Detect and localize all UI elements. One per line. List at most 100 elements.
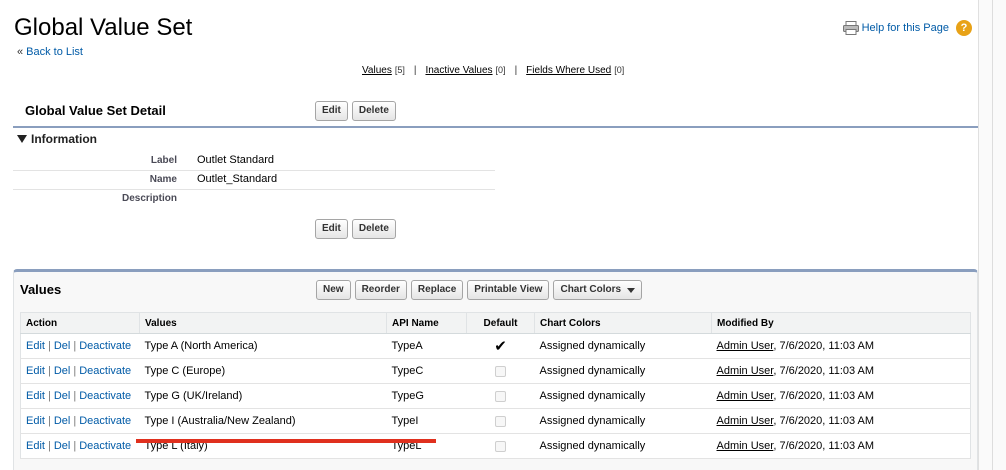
modified-by-cell: Admin User, 7/6/2020, 11:03 AM (711, 383, 971, 409)
edit-link[interactable]: Edit (26, 390, 45, 402)
detail-top-buttons: Edit Delete (315, 101, 396, 121)
modified-by-user-link[interactable]: Admin User (717, 340, 774, 352)
action-separator: | (47, 340, 51, 352)
modified-by-user-link[interactable]: Admin User (717, 440, 774, 452)
column-header-values[interactable]: Values (139, 312, 387, 334)
edit-link[interactable]: Edit (26, 340, 45, 352)
information-section-title: Information (31, 132, 97, 146)
api-name-cell: TypeC (386, 358, 467, 384)
modified-date: , 7/6/2020, 11:03 AM (773, 340, 875, 352)
related-link-fields-where-used[interactable]: Fields Where Used [0] (526, 65, 624, 76)
help-link[interactable]: Help for this Page ? (842, 20, 972, 36)
api-name-cell: TypeG (386, 383, 467, 409)
value-cell: Type G (UK/Ireland) (139, 383, 387, 409)
modified-date: , 7/6/2020, 11:03 AM (773, 390, 875, 402)
api-name-cell: TypeL (386, 433, 467, 459)
default-cell: ✔ (466, 333, 535, 359)
table-row: Edit | Del | Deactivate Type I (Australia/Ne… (20, 408, 971, 434)
modified-by-cell: Admin User, 7/6/2020, 11:03 AM (711, 408, 971, 434)
scrollbar[interactable] (978, 0, 1006, 470)
reorder-button[interactable]: Reorder (354, 280, 407, 300)
deactivate-link[interactable]: Deactivate (79, 365, 131, 377)
related-link-inactive-values[interactable]: Inactive Values [0] (425, 65, 505, 76)
value-cell: Type L (Italy) (139, 433, 387, 459)
action-separator: | (73, 365, 77, 377)
scrollbar-track[interactable] (992, 0, 993, 470)
edit-link[interactable]: Edit (26, 415, 45, 427)
printer-icon[interactable] (842, 21, 859, 35)
deactivate-link[interactable]: Deactivate (79, 440, 131, 452)
caret-down-icon (627, 287, 636, 293)
field-value: Outlet_Standard (197, 173, 278, 185)
modified-by-user-link[interactable]: Admin User (717, 415, 774, 427)
chart-color-cell: Assigned dynamically (534, 408, 712, 434)
related-link-fields-where-used-label[interactable]: Fields Where Used (526, 65, 611, 76)
detail-bottom-buttons: Edit Delete (315, 219, 396, 239)
edit-button[interactable]: Edit (315, 101, 348, 121)
strikethrough-annotation (136, 439, 436, 443)
edit-link[interactable]: Edit (26, 440, 45, 452)
chart-colors-dropdown[interactable]: Chart Colors (553, 280, 643, 300)
chart-color-cell: Assigned dynamically (534, 433, 712, 459)
related-link-inactive-values-count: [0] (495, 65, 506, 75)
modified-by-cell: Admin User, 7/6/2020, 11:03 AM (711, 333, 971, 359)
related-link-values-label[interactable]: Values (362, 65, 392, 76)
modified-date: , 7/6/2020, 11:03 AM (773, 440, 875, 452)
action-cell: Edit | Del | Deactivate (20, 408, 140, 434)
field-label: Description (121, 193, 177, 204)
related-link-inactive-values-label[interactable]: Inactive Values (425, 65, 492, 76)
value-cell: Type A (North America) (139, 333, 387, 359)
column-header-modified-by: Modified By (711, 312, 971, 334)
api-name-cell: TypeA (386, 333, 467, 359)
values-buttons: New Reorder Replace Printable View Chart… (316, 280, 643, 300)
printable-view-button[interactable]: Printable View (467, 280, 550, 300)
column-header-default: Default (466, 312, 535, 334)
edit-button[interactable]: Edit (315, 219, 348, 239)
modified-by-user-link[interactable]: Admin User (717, 365, 774, 377)
action-separator: | (47, 390, 51, 402)
chart-color-cell: Assigned dynamically (534, 383, 712, 409)
related-link-separator: | (413, 65, 417, 76)
table-row: Edit | Del | Deactivate Type G (UK/Ireland) … (20, 383, 971, 409)
triangle-down-icon[interactable] (17, 135, 27, 143)
del-link[interactable]: Del (54, 440, 71, 452)
action-separator: | (73, 440, 77, 452)
help-link-label[interactable]: Help for this Page (862, 22, 949, 34)
column-header-chart-colors: Chart Colors (534, 312, 712, 334)
detail-block: Global Value Set Detail Edit Delete Info… (13, 96, 978, 256)
related-link-values[interactable]: Values [5] (362, 65, 405, 76)
deactivate-link[interactable]: Deactivate (79, 340, 131, 352)
back-to-list-link[interactable]: «Back to List (17, 46, 83, 58)
related-list-links: Values [5] | Inactive Values [0] | Fields … (362, 65, 624, 76)
back-to-list-label[interactable]: Back to List (26, 46, 83, 58)
delete-button[interactable]: Delete (351, 219, 396, 239)
detail-header: Global Value Set Detail Edit Delete (13, 96, 978, 128)
modified-date: , 7/6/2020, 11:03 AM (773, 415, 875, 427)
deactivate-link[interactable]: Deactivate (79, 390, 131, 402)
del-link[interactable]: Del (54, 340, 71, 352)
delete-button[interactable]: Delete (351, 101, 396, 121)
action-separator: | (47, 415, 51, 427)
action-separator: | (73, 340, 77, 352)
new-button[interactable]: New (316, 280, 351, 300)
del-link[interactable]: Del (54, 365, 71, 377)
action-cell: Edit | Del | Deactivate (20, 333, 140, 359)
table-row: Edit | Del | Deactivate Type C (Europe) Type… (20, 358, 971, 384)
field-row-label: Label Outlet Standard (13, 152, 495, 171)
information-section-header[interactable]: Information (17, 132, 97, 146)
table-row: Edit | Del | Deactivate Type A (North Americ… (20, 333, 971, 359)
column-header-api-name[interactable]: API Name (386, 312, 467, 334)
help-icon[interactable]: ? (956, 20, 972, 36)
unchecked-box-icon (495, 390, 506, 402)
chart-color-cell: Assigned dynamically (534, 358, 712, 384)
replace-button[interactable]: Replace (410, 280, 464, 300)
del-link[interactable]: Del (54, 390, 71, 402)
table-header-row: Action Values API Name Default Chart Col… (20, 312, 971, 334)
del-link[interactable]: Del (54, 415, 71, 427)
back-prefix: « (17, 46, 24, 58)
deactivate-link[interactable]: Deactivate (79, 415, 131, 427)
edit-link[interactable]: Edit (26, 365, 45, 377)
unchecked-box-icon (495, 415, 506, 427)
modified-by-user-link[interactable]: Admin User (717, 390, 774, 402)
unchecked-box-icon (495, 365, 506, 377)
